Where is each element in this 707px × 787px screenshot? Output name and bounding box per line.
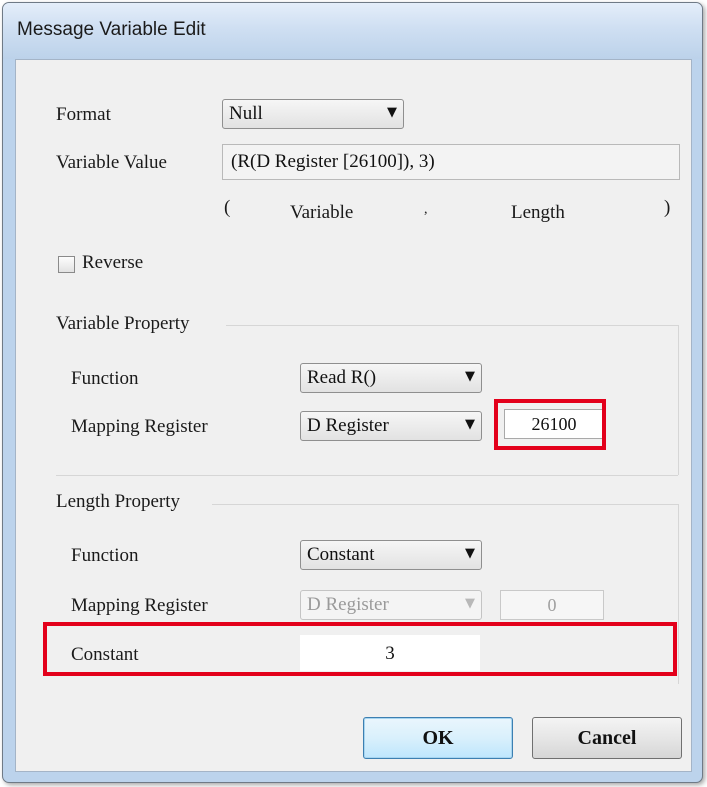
chevron-down-icon: ▼ [465, 417, 475, 432]
title-bar[interactable]: Message Variable Edit [3, 3, 702, 59]
variable-function-select[interactable]: Read R() ▼ [300, 363, 482, 393]
variable-property-group-bottom-border [56, 475, 678, 476]
variable-property-group-right-border [678, 325, 679, 475]
variable-function-value: Read R() [307, 367, 377, 388]
length-property-group-top-border [212, 504, 678, 505]
dialog-client-area: Format Null ▼ Variable Value (R(D Regist… [15, 59, 692, 772]
length-property-group-right-border [678, 504, 679, 684]
chevron-down-icon: ▼ [387, 105, 397, 120]
variable-value-field: (R(D Register [26100]), 3) [222, 144, 680, 180]
chevron-down-icon: ▼ [465, 596, 475, 611]
format-select-value: Null [229, 103, 263, 124]
reverse-checkbox[interactable] [58, 256, 75, 273]
hint-separator: , [424, 202, 428, 217]
length-function-value: Constant [307, 544, 375, 565]
constant-highlight-box [43, 622, 677, 676]
ok-button-label: OK [422, 727, 454, 749]
variable-mapping-register-value: D Register [307, 415, 389, 436]
format-label: Format [56, 104, 111, 125]
length-property-title: Length Property [56, 491, 181, 512]
length-function-select[interactable]: Constant ▼ [300, 540, 482, 570]
chevron-down-icon: ▼ [465, 546, 475, 561]
address-highlight-box [494, 399, 606, 450]
variable-mapping-register-select[interactable]: D Register ▼ [300, 411, 482, 441]
hint-length: Length [511, 202, 565, 223]
window-title: Message Variable Edit [17, 19, 206, 40]
length-mapping-register-select: D Register ▼ [300, 590, 482, 620]
message-variable-edit-dialog: Message Variable Edit Format Null ▼ Vari… [2, 2, 703, 783]
hint-open-paren: ( [224, 197, 231, 218]
ok-button[interactable]: OK [363, 717, 513, 759]
chevron-down-icon: ▼ [465, 369, 475, 384]
hint-close-paren: ) [664, 197, 671, 218]
variable-property-group-top-border [226, 325, 678, 326]
variable-property-title: Variable Property [56, 313, 190, 334]
variable-function-label: Function [71, 368, 139, 389]
cancel-button[interactable]: Cancel [532, 717, 682, 759]
length-address-input: 0 [500, 590, 604, 620]
format-select[interactable]: Null ▼ [222, 99, 404, 129]
length-mapping-register-value: D Register [307, 594, 389, 615]
variable-mapping-register-label: Mapping Register [71, 416, 208, 437]
length-mapping-register-label: Mapping Register [71, 595, 208, 616]
cancel-button-label: Cancel [577, 727, 637, 749]
variable-value-text: (R(D Register [26100]), 3) [231, 151, 435, 172]
reverse-label: Reverse [82, 252, 144, 273]
length-address-value: 0 [547, 595, 557, 615]
variable-value-label: Variable Value [56, 152, 167, 173]
length-function-label: Function [71, 545, 139, 566]
hint-variable: Variable [290, 202, 354, 223]
